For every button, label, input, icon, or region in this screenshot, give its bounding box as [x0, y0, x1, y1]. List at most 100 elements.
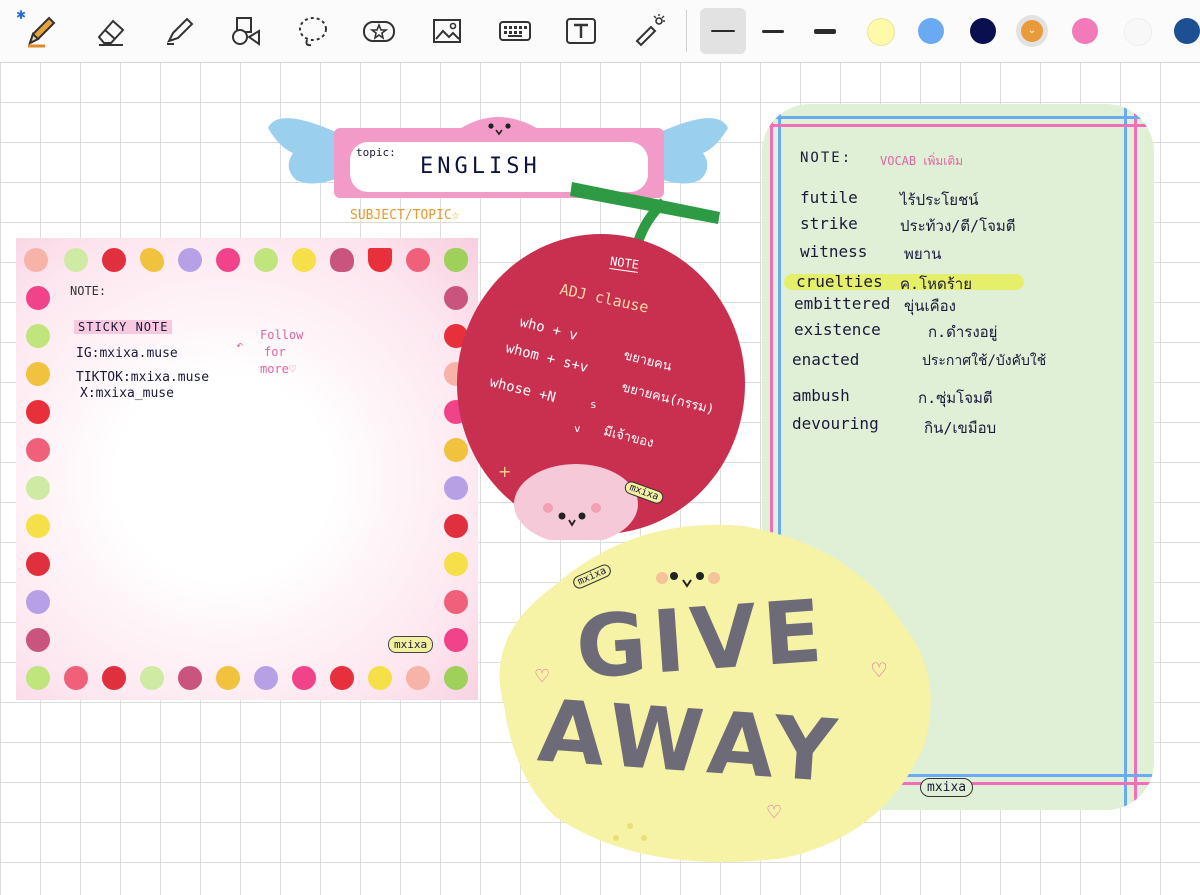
- vocab-word: embittered: [794, 294, 891, 313]
- heart-icon: ♡: [870, 658, 888, 682]
- strawberry-icon: [406, 248, 430, 272]
- stroke-thick-button[interactable]: [802, 8, 848, 54]
- lemon-giveaway-sticker[interactable]: GIVE AWAY ♡ ♡ ♡ mxixa: [484, 516, 936, 866]
- vocab-subheader: VOCAB เพิ่มเติม: [880, 154, 964, 168]
- strawberry-icon: [26, 438, 50, 462]
- lemon-icon: [26, 514, 50, 538]
- apple-icon: [26, 552, 50, 576]
- strawberry-icon: [444, 590, 468, 614]
- follow-text-2: for: [264, 345, 286, 359]
- lime-icon: [254, 248, 278, 272]
- lime-icon: [26, 666, 50, 690]
- peach-icon: [406, 666, 430, 690]
- vocab-meaning: กิน/เขมือบ: [924, 419, 997, 437]
- branch-subject: s: [590, 398, 597, 411]
- shapes-icon[interactable]: [224, 10, 266, 52]
- toolbar: ✱ ⌄: [0, 0, 1200, 63]
- peach-icon: [24, 248, 48, 272]
- vocab-meaning: ประท้วง/ตี/โจมตี: [900, 217, 1016, 235]
- vocab-word: enacted: [792, 350, 860, 369]
- rose-apple-icon: [330, 248, 354, 272]
- vocab-meaning: ก.ซุ่มโจมตี: [918, 389, 993, 407]
- sticker-icon[interactable]: [358, 10, 400, 52]
- pen-icon[interactable]: [20, 10, 62, 52]
- vocab-word: devouring: [792, 414, 879, 433]
- swatch-white[interactable]: [1124, 18, 1152, 46]
- sparkle-icon: +: [498, 462, 512, 481]
- vocab-word: witness: [800, 242, 868, 261]
- swatch-navy[interactable]: [970, 18, 996, 44]
- apple-icon: [102, 248, 126, 272]
- mangosteen-icon: [254, 666, 278, 690]
- strawberry-icon: [64, 666, 88, 690]
- watermelon-icon: [26, 400, 50, 424]
- stroke-medium-button[interactable]: [750, 8, 796, 54]
- watermelon-icon: [330, 666, 354, 690]
- lime-icon: [26, 476, 50, 500]
- x-handle: X:mxixa_muse: [80, 386, 174, 401]
- toolbar-separator: [686, 10, 687, 52]
- rose-apple-icon: [26, 628, 50, 652]
- lime-icon: [64, 248, 88, 272]
- text-box-icon[interactable]: [560, 10, 602, 52]
- note-header: NOTE:: [70, 284, 107, 298]
- lime-icon: [140, 666, 164, 690]
- vocab-word: ambush: [792, 386, 850, 405]
- chevron-down-icon: ⌄: [1021, 20, 1043, 42]
- vocab-meaning: ขุ่นเคือง: [904, 297, 957, 315]
- tiktok-handle: TIKTOK:mxixa.muse: [76, 370, 210, 385]
- mangosteen-icon: [178, 248, 202, 272]
- lemon-icon: [444, 552, 468, 576]
- apple-icon: [102, 666, 126, 690]
- watermelon-icon: [368, 248, 392, 272]
- branch-verb: v: [574, 422, 581, 435]
- topic-label: topic:: [356, 146, 396, 159]
- laser-pointer-icon[interactable]: [628, 10, 670, 52]
- topic-caption: SUBJECT/TOPIC☆: [350, 208, 460, 223]
- keyboard-icon[interactable]: [494, 10, 536, 52]
- vocab-meaning: พยาน: [904, 245, 942, 263]
- vocab-word: cruelties: [796, 272, 883, 291]
- vocab-word: existence: [794, 320, 881, 339]
- vocab-header: NOTE:: [800, 150, 853, 166]
- follow-text-1: Follow: [260, 328, 304, 342]
- cherry-sticker[interactable]: NOTE ADJ clause who + v ขยายคน whom + s+…: [456, 168, 748, 540]
- swatch-orange-selected[interactable]: ⌄: [1016, 15, 1048, 47]
- lemon-icon: [368, 666, 392, 690]
- follow-text-3: more♡: [260, 362, 297, 376]
- highlighter-icon[interactable]: [158, 10, 200, 52]
- giveaway-line-1: GIVE: [572, 581, 832, 699]
- mango-icon: [140, 248, 164, 272]
- mango-icon: [216, 666, 240, 690]
- heart-icon: ♡: [534, 666, 551, 687]
- vocab-word: futile: [800, 188, 858, 207]
- pear-icon: [444, 666, 468, 690]
- sticky-note-fruit-frame[interactable]: NOTE: STICKY NOTE IG:mxixa.muse TIKTOK:m…: [16, 238, 478, 700]
- heart-icon: ♡: [766, 802, 783, 823]
- instagram-handle: IG:mxixa.muse: [76, 346, 178, 361]
- swatch-blue[interactable]: [918, 18, 944, 44]
- brand-badge: mxixa: [388, 636, 434, 653]
- giveaway-line-2: AWAY: [534, 681, 848, 803]
- curl-arrow-icon: ↶: [236, 338, 244, 352]
- raspberry-icon: [216, 248, 240, 272]
- vocab-meaning: ประกาศใช้/บังคับใช้: [922, 353, 1047, 369]
- lime-icon: [26, 324, 50, 348]
- swatch-dark-blue[interactable]: [1174, 18, 1200, 44]
- image-icon[interactable]: [426, 10, 468, 52]
- eraser-icon[interactable]: [90, 10, 132, 52]
- vocab-meaning: ค.โหดร้าย: [900, 275, 973, 293]
- lasso-icon[interactable]: [292, 10, 334, 52]
- mango-icon: [26, 362, 50, 386]
- lemon-icon: [292, 248, 316, 272]
- mangosteen-icon: [26, 590, 50, 614]
- vocab-meaning: ก.ดำรงอยู่: [928, 323, 998, 341]
- raspberry-icon: [444, 628, 468, 652]
- swatch-yellow[interactable]: [867, 18, 895, 46]
- stroke-thin-button[interactable]: [700, 8, 746, 54]
- swatch-pink[interactable]: [1072, 18, 1098, 44]
- raspberry-icon: [292, 666, 316, 690]
- vocab-word: strike: [800, 214, 858, 233]
- sticky-note-title: STICKY NOTE: [74, 320, 173, 334]
- rose-apple-icon: [178, 666, 202, 690]
